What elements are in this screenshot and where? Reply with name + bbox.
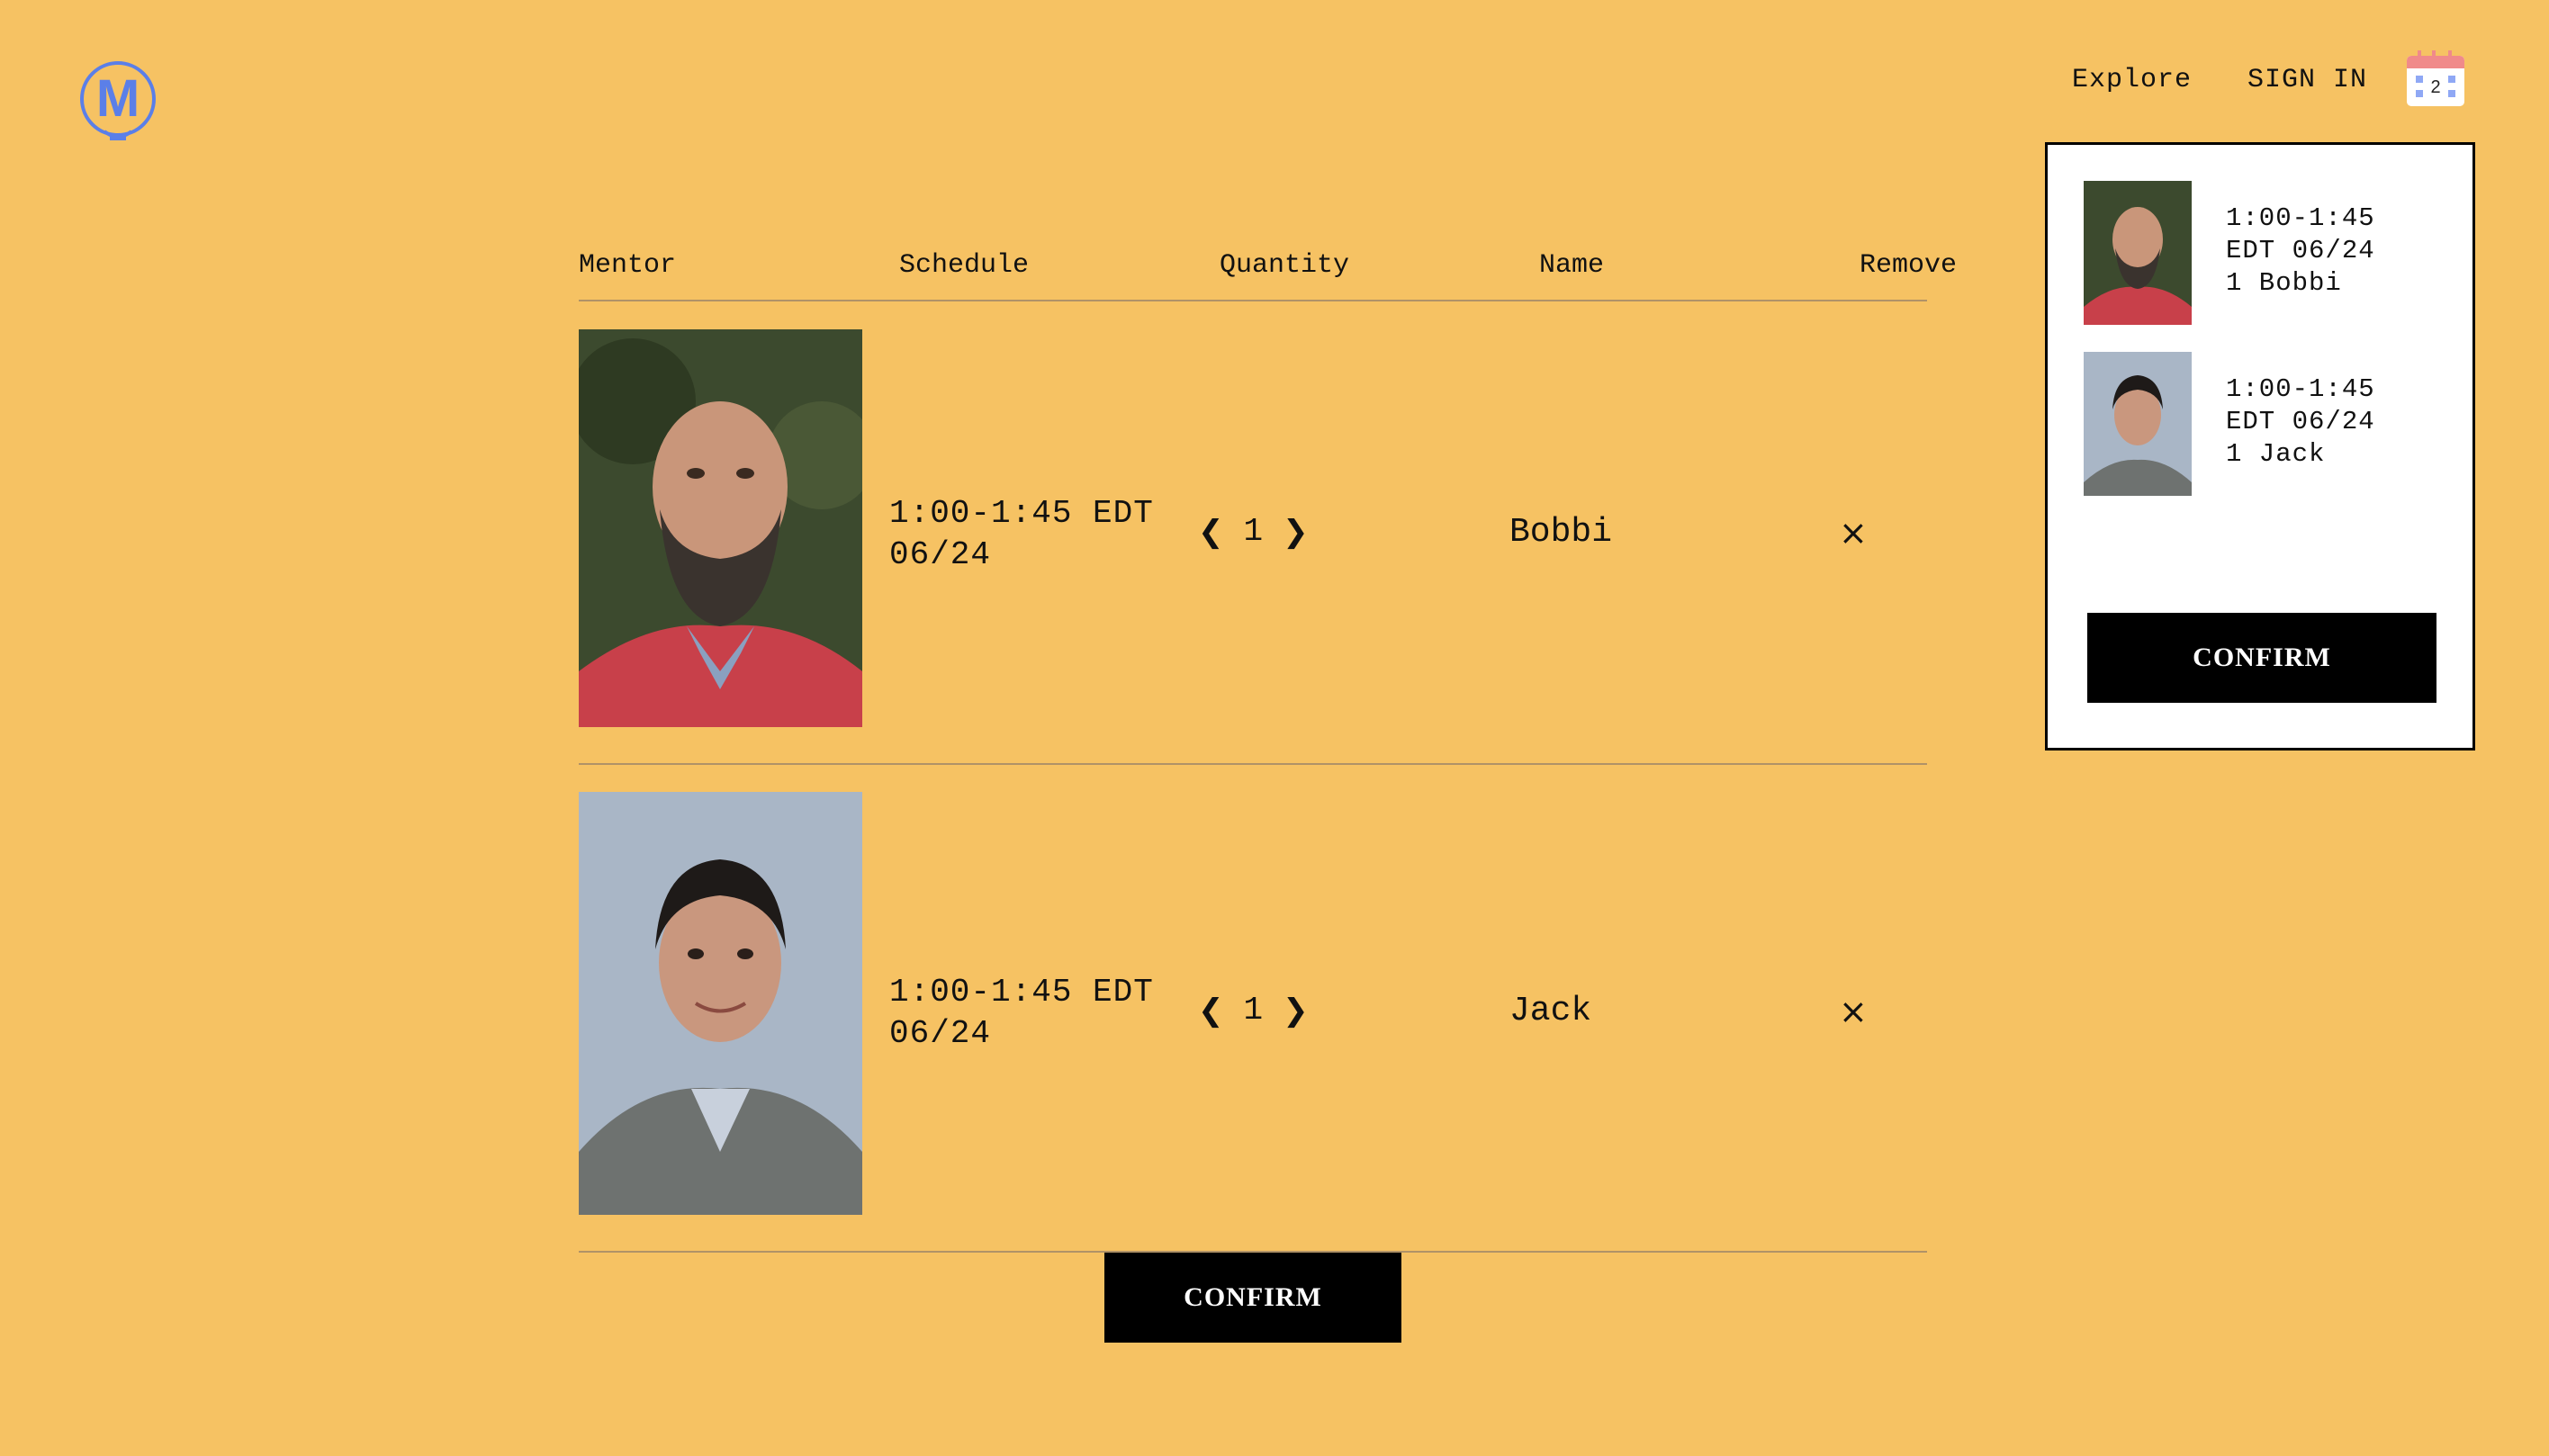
table-row: 1:00-1:45 EDT 06/24 ❮ 1 ❯ Bobbi × — [579, 329, 1927, 765]
cart-item-details: 1:00-1:45 EDT 06/24 1 Bobbi — [2226, 202, 2375, 300]
confirm-button[interactable]: CONFIRM — [1104, 1253, 1401, 1343]
logo-letter: M — [96, 69, 140, 128]
cart-item-details: 1:00-1:45 EDT 06/24 1 Jack — [2226, 373, 2375, 471]
quantity-value: 1 — [1243, 513, 1264, 550]
chevron-right-icon[interactable]: ❯ — [1283, 514, 1309, 550]
schedule-cell: 1:00-1:45 EDT 06/24 — [889, 972, 1186, 1055]
header-divider — [579, 300, 1927, 301]
table-header: Mentor Schedule Quantity Name Remove — [579, 250, 1965, 286]
mentor-name: Bobbi — [1509, 513, 1613, 552]
cart-count-badge: 2 — [2430, 77, 2440, 97]
schedule-time: 1:00-1:45 EDT — [889, 495, 1154, 532]
header-name: Name — [1539, 250, 1605, 281]
header-schedule: Schedule — [899, 250, 1030, 281]
cart-mentor-photo — [2084, 181, 2192, 325]
header-remove: Remove — [1860, 250, 1958, 281]
chevron-right-icon[interactable]: ❯ — [1283, 993, 1309, 1029]
row-divider — [579, 763, 1927, 765]
cart-item-date: EDT 06/24 — [2226, 407, 2375, 436]
cart-mentor-photo — [2084, 352, 2192, 496]
quantity-value: 1 — [1243, 992, 1264, 1029]
cart-item-name: 1 Jack — [2226, 439, 2326, 469]
cart-calendar-button[interactable]: 2 — [2405, 50, 2466, 108]
nav-sign-in-link[interactable]: SIGN IN — [2247, 65, 2367, 95]
quantity-stepper: ❮ 1 ❯ — [1198, 513, 1309, 550]
cart-item: 1:00-1:45 EDT 06/24 1 Jack — [2084, 352, 2462, 496]
table-row: 1:00-1:45 EDT 06/24 ❮ 1 ❯ Jack × — [579, 792, 1927, 1254]
cart-item-time: 1:00-1:45 — [2226, 203, 2375, 233]
cart-dropdown: 1:00-1:45 EDT 06/24 1 Bobbi 1:00-1:45 ED… — [2045, 142, 2475, 750]
header-quantity: Quantity — [1220, 250, 1350, 281]
brand-logo[interactable]: M — [77, 59, 158, 149]
close-icon[interactable]: × — [1839, 992, 1868, 1031]
schedule-date: 06/24 — [889, 536, 992, 573]
schedule-cell: 1:00-1:45 EDT 06/24 — [889, 493, 1186, 576]
cart-item-date: EDT 06/24 — [2226, 236, 2375, 265]
close-icon[interactable]: × — [1839, 513, 1868, 553]
cart-item-name: 1 Bobbi — [2226, 268, 2342, 298]
schedule-date: 06/24 — [889, 1015, 992, 1052]
chevron-left-icon[interactable]: ❮ — [1198, 993, 1224, 1029]
cart-confirm-button[interactable]: CONFIRM — [2087, 613, 2436, 703]
nav-explore-link[interactable]: Explore — [2072, 65, 2192, 95]
mentor-photo[interactable] — [579, 792, 862, 1215]
cart-item-time: 1:00-1:45 — [2226, 374, 2375, 404]
schedule-time: 1:00-1:45 EDT — [889, 974, 1154, 1011]
mentor-name: Jack — [1509, 992, 1592, 1030]
logo-bulb-icon: M — [80, 61, 156, 140]
calendar-icon: 2 — [2407, 50, 2464, 106]
chevron-left-icon[interactable]: ❮ — [1198, 514, 1224, 550]
mentor-photo[interactable] — [579, 329, 862, 727]
quantity-stepper: ❮ 1 ❯ — [1198, 992, 1309, 1029]
header-mentor: Mentor — [579, 250, 677, 281]
cart-item: 1:00-1:45 EDT 06/24 1 Bobbi — [2084, 181, 2462, 325]
